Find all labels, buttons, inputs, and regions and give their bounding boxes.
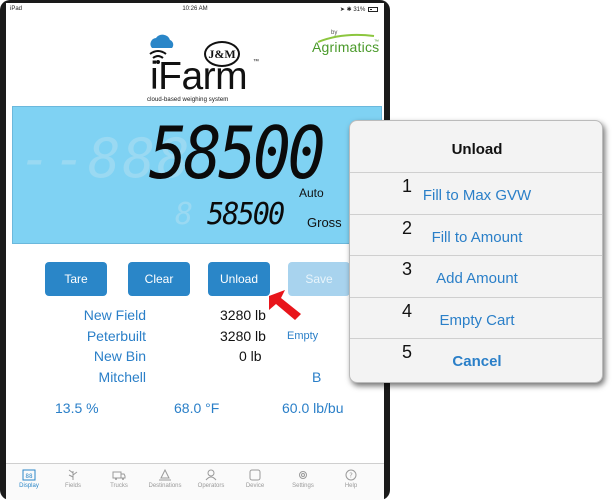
operators-icon (205, 469, 217, 481)
option-label: Add Amount (436, 270, 518, 287)
bin-weight: 0 lb (239, 348, 262, 364)
test-weight-value: 60.0 lb/bu (282, 400, 344, 416)
status-battery: ➤ ✱ 31% (340, 6, 378, 13)
option-empty-cart[interactable]: 4 Empty Cart (350, 297, 602, 338)
truck-status: Empty (287, 330, 319, 342)
field-weight: 3280 lb (220, 307, 266, 323)
battery-icon (368, 7, 378, 12)
app-screen: iPad 10:26 AM ➤ ✱ 31% J&M iFarm ™ cloud-… (6, 3, 384, 500)
tab-destinations[interactable]: Destinations (142, 464, 188, 500)
settings-icon (299, 471, 307, 479)
tare-button[interactable]: Tare (45, 262, 107, 296)
tab-help[interactable]: ? Help (328, 464, 374, 500)
info-row-bin: New Bin 0 lb (6, 348, 384, 366)
field-name[interactable]: New Field (84, 307, 146, 323)
truck-weight: 3280 lb (220, 328, 266, 344)
agrimatics-trademark: ™ (374, 39, 379, 45)
svg-text:?: ? (349, 472, 353, 480)
status-time: 10:26 AM (182, 6, 208, 12)
header-logos: J&M iFarm ™ cloud-based weighing system … (6, 17, 384, 109)
tab-fields[interactable]: Fields (50, 464, 96, 500)
option-fill-to-amount[interactable]: 2 Fill to Amount (350, 214, 602, 255)
help-icon: ? (345, 469, 357, 481)
weight-display: --888 58500 Auto 8 58500 Gross (12, 106, 382, 244)
info-row-truck: Peterbuilt 3280 lb Empty (6, 328, 384, 346)
unload-button[interactable]: Unload (208, 262, 270, 296)
destinations-icon (159, 469, 171, 481)
mode-label: Auto (299, 186, 324, 200)
display-icon: 88 (22, 469, 36, 481)
battery-percent: 31% (353, 7, 366, 13)
tab-device[interactable]: Device (232, 464, 278, 500)
ipad-frame: iPad 10:26 AM ➤ ✱ 31% J&M iFarm ™ cloud-… (0, 0, 390, 500)
tab-trucks[interactable]: Trucks (96, 464, 142, 500)
operator-name[interactable]: Mitchell (99, 369, 146, 385)
option-label: Empty Cart (439, 312, 515, 329)
unload-popover: Unload 1 Fill to Max GVW 2 Fill to Amoun… (349, 120, 603, 383)
option-label: Cancel (452, 353, 502, 370)
info-row-operator: Mitchell B (6, 369, 384, 387)
bluetooth-icon: ✱ (346, 7, 352, 13)
tab-operators[interactable]: Operators (188, 464, 234, 500)
truck-icon (112, 471, 126, 480)
popover-title: Unload (451, 141, 503, 158)
tab-bar: 88 Display Fields Trucks Destinations Op… (6, 463, 384, 500)
bin-name[interactable]: New Bin (94, 348, 146, 364)
moisture-value: 13.5 % (55, 400, 99, 416)
agrimatics-logo: Agrimatics (312, 39, 380, 55)
clear-button[interactable]: Clear (128, 262, 190, 296)
option-fill-to-max-gvw[interactable]: 1 Fill to Max GVW (350, 172, 602, 213)
lcd-small-ghost: 8 (175, 197, 194, 232)
secondary-weight-readout: 58500 (207, 197, 285, 232)
ifarm-trademark: ™ (253, 59, 259, 65)
location-icon: ➤ (339, 7, 345, 13)
option-label: Fill to Max GVW (422, 187, 532, 204)
svg-text:88: 88 (25, 473, 33, 480)
option-cancel[interactable]: 5 Cancel (350, 338, 602, 379)
info-row-field: New Field 3280 lb (6, 307, 384, 325)
device-icon (249, 469, 261, 481)
temperature-value: 68.0 °F (174, 400, 220, 416)
tab-settings[interactable]: Settings (280, 464, 326, 500)
tab-display[interactable]: 88 Display (6, 464, 52, 500)
truck-name[interactable]: Peterbuilt (87, 328, 146, 344)
status-bar: iPad 10:26 AM ➤ ✱ 31% (6, 3, 384, 16)
option-label: Fill to Amount (431, 229, 523, 246)
operator-code: B (312, 369, 322, 385)
ifarm-tagline: cloud-based weighing system (147, 97, 229, 103)
agrimatics-by: by (331, 30, 338, 36)
weight-type-label: Gross (307, 215, 342, 230)
ifarm-logo: iFarm (150, 55, 248, 98)
fields-icon (68, 469, 78, 480)
main-weight-readout: 58500 (149, 111, 326, 195)
option-add-amount[interactable]: 3 Add Amount (350, 255, 602, 296)
